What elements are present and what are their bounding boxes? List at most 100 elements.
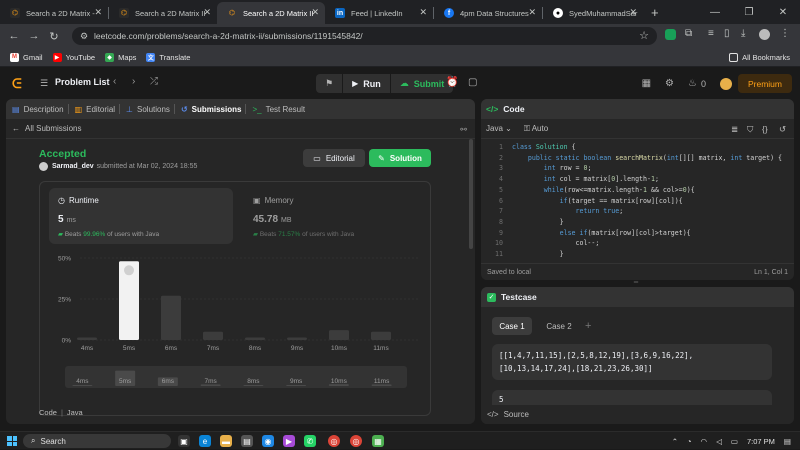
- runtime-card[interactable]: ◷ Runtime 5 ms ▰ Beats 99.96% of users wit…: [49, 188, 233, 244]
- app-icon[interactable]: ▦: [372, 435, 384, 447]
- url-bar[interactable]: ⚙ leetcode.com/problems/search-a-2d-matr…: [72, 27, 657, 45]
- battery-icon[interactable]: ▭: [731, 437, 738, 446]
- browser-tab-active[interactable]: ⌬ Search a 2D Matrix II ✕: [217, 2, 325, 24]
- solution-button[interactable]: ✎ Solution: [369, 149, 431, 167]
- code-area[interactable]: 1 class Solution { 2 public static boolea…: [481, 142, 794, 260]
- code-label: Code: [39, 408, 57, 417]
- notifications-icon[interactable]: ▤: [784, 437, 791, 446]
- leetcode-logo-icon[interactable]: ᕮ: [12, 76, 22, 92]
- case-1-tab[interactable]: Case 1: [492, 317, 532, 335]
- case-2-tab[interactable]: Case 2: [539, 317, 579, 335]
- memory-card[interactable]: ▣ Memory 45.78 MB ▰ Beats 71.57% of users …: [244, 188, 424, 244]
- next-problem-icon[interactable]: ›: [132, 76, 135, 87]
- close-icon[interactable]: ✕: [203, 7, 211, 18]
- browser-tab[interactable]: ⌬ Search a 2D Matrix II ✕: [109, 2, 217, 24]
- network-icon[interactable]: ◔: [687, 437, 692, 446]
- bookmark-translate[interactable]: 文 Translate: [146, 52, 190, 62]
- all-bookmarks[interactable]: All Bookmarks: [729, 52, 790, 62]
- window-close-icon[interactable]: ✕: [766, 7, 800, 18]
- prev-problem-icon[interactable]: ‹: [113, 76, 116, 87]
- browser-menu-icon[interactable]: ⋮: [780, 28, 790, 39]
- media-queue-icon[interactable]: ≡: [708, 28, 714, 39]
- language-select[interactable]: Java ⌄: [486, 124, 512, 133]
- close-icon[interactable]: ✕: [419, 7, 427, 18]
- tab-test-result[interactable]: >_ Test Result: [252, 105, 305, 114]
- format-icon[interactable]: ≣: [731, 124, 738, 135]
- forward-icon[interactable]: →: [24, 30, 44, 42]
- close-icon[interactable]: ✕: [528, 7, 536, 18]
- bookmark-gmail[interactable]: M Gmail: [10, 52, 43, 62]
- browser-tab[interactable]: in Feed | LinkedIn ✕: [325, 2, 433, 24]
- reload-icon[interactable]: ↻: [44, 30, 64, 43]
- share-link-icon[interactable]: ⚯: [460, 125, 467, 134]
- all-submissions-link[interactable]: ← All Submissions ⚯: [6, 119, 475, 139]
- settings-gear-icon[interactable]: ⚙: [665, 78, 674, 89]
- submit-button[interactable]: ☁ Submit: [389, 74, 454, 93]
- chart-range-slider[interactable]: 4ms 5ms 6ms 7ms 8ms 9ms 10ms 11ms: [65, 366, 407, 388]
- target-input[interactable]: 5: [492, 390, 772, 406]
- chevron-up-icon[interactable]: ⌃: [672, 437, 678, 446]
- downloads-icon[interactable]: ⤓: [741, 28, 745, 39]
- browser-tab[interactable]: ● SyedMuhammadSar ✕: [543, 2, 643, 24]
- side-panel-icon[interactable]: ▯: [724, 28, 730, 39]
- autocomplete-toggle[interactable]: ⚿ Auto: [524, 124, 548, 134]
- minimize-icon[interactable]: —: [698, 7, 732, 18]
- media-icon[interactable]: ▶: [283, 435, 295, 447]
- source-toggle[interactable]: </> Source: [481, 405, 794, 424]
- editorial-button[interactable]: ▭ Editorial: [303, 149, 365, 167]
- run-button[interactable]: ▶ Run: [343, 74, 390, 93]
- browser-tab[interactable]: f 4pm Data Structures ✕: [434, 2, 542, 24]
- username[interactable]: Sarmad_dev: [52, 163, 94, 170]
- bookmark-youtube[interactable]: ▶ YouTube: [52, 52, 95, 62]
- close-icon[interactable]: ✕: [94, 7, 102, 18]
- premium-button[interactable]: Premium: [737, 74, 792, 93]
- streak-fire-icon[interactable]: ♨: [688, 78, 697, 89]
- matrix-input[interactable]: [[1,4,7,11,15],[2,5,8,12,19],[3,6,9,16,2…: [492, 344, 772, 380]
- restore-icon[interactable]: ❐: [732, 7, 766, 18]
- app-icon[interactable]: ◉: [262, 435, 274, 447]
- back-icon[interactable]: ←: [4, 30, 24, 42]
- tab-description[interactable]: ▤ Description: [12, 105, 64, 114]
- windows-start-icon[interactable]: [7, 436, 17, 446]
- browser-tab[interactable]: ⌬ Search a 2D Matrix - ✕: [0, 2, 108, 24]
- tab-solutions[interactable]: ⊥ Solutions: [126, 105, 170, 114]
- chrome-icon[interactable]: ◎: [350, 435, 362, 447]
- tab-submissions[interactable]: ↺ Submissions: [181, 105, 242, 114]
- close-icon[interactable]: ✕: [311, 7, 319, 18]
- chrome-icon[interactable]: ◎: [328, 435, 340, 447]
- problem-list-link[interactable]: Problem List: [55, 77, 110, 87]
- volume-icon[interactable]: ◁: [716, 437, 722, 446]
- profile-avatar[interactable]: [759, 29, 770, 40]
- bookmark-maps[interactable]: ◆ Maps: [105, 52, 136, 62]
- store-icon[interactable]: ▤: [241, 435, 253, 447]
- notes-icon[interactable]: ▢: [468, 77, 477, 88]
- task-view-icon[interactable]: ▣: [178, 435, 190, 447]
- edge-icon[interactable]: e: [199, 435, 211, 447]
- taskbar-search[interactable]: ⌕ Search: [23, 434, 171, 448]
- braces-icon[interactable]: {}: [762, 124, 768, 134]
- site-info-icon[interactable]: ⚙: [80, 31, 88, 42]
- whatsapp-icon[interactable]: ✆: [304, 435, 316, 447]
- wifi-icon[interactable]: ◠: [701, 437, 708, 446]
- new-tab-icon[interactable]: +: [651, 5, 659, 20]
- bookmark-star-icon[interactable]: ☆: [639, 29, 649, 42]
- file-explorer-icon[interactable]: ▬: [220, 435, 232, 447]
- extension-icon[interactable]: [665, 29, 676, 40]
- resize-handle[interactable]: ═: [629, 280, 643, 286]
- random-problem-icon[interactable]: ⤮: [150, 76, 158, 87]
- runtime-label: Runtime: [68, 196, 99, 205]
- debug-icon[interactable]: ⚑: [316, 74, 344, 93]
- bookmark-icon[interactable]: ⛉: [747, 124, 753, 135]
- left-scrollbar[interactable]: [469, 139, 473, 249]
- extensions-puzzle-icon[interactable]: ⧉: [685, 28, 692, 39]
- tab-editorial[interactable]: ▥ Editorial: [75, 105, 115, 114]
- close-icon[interactable]: ✕: [629, 7, 637, 18]
- bookmark-label: All Bookmarks: [742, 52, 790, 62]
- clock-time[interactable]: 7:07 PM: [747, 437, 775, 446]
- add-case-icon[interactable]: +: [585, 317, 591, 335]
- search-icon: ⌕: [31, 436, 36, 445]
- timer-icon[interactable]: ⏰: [446, 77, 458, 88]
- reset-icon[interactable]: ↺: [779, 124, 786, 135]
- user-avatar[interactable]: [719, 77, 732, 90]
- layout-icon[interactable]: ▦: [642, 78, 651, 89]
